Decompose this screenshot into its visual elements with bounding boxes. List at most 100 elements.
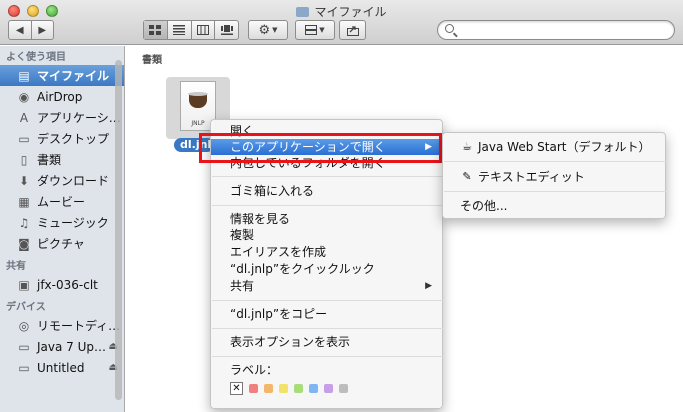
- annotation-highlight-box: [199, 133, 442, 163]
- column-view-button[interactable]: [192, 21, 216, 39]
- textedit-icon: ✎: [462, 170, 472, 183]
- sidebar-item-label: ピクチャ: [37, 237, 85, 251]
- sidebar-item-label: リモートディ…: [37, 319, 121, 333]
- sidebar-item-label: ムービー: [37, 195, 86, 209]
- sidebar-item-movies[interactable]: ▦ ムービー: [0, 191, 124, 212]
- menu-separator: [212, 300, 443, 301]
- label-color-picker: ✕: [230, 382, 354, 395]
- menu-item-label: エイリアスを作成: [230, 245, 327, 259]
- documents-icon: ▯: [20, 152, 28, 167]
- sidebar: よく使う項目 ▤ マイファイル ◉ AirDrop A アプリケーシ… ▭ デスクトップ…: [0, 46, 125, 412]
- menu-separator: [444, 191, 666, 192]
- sidebar-header-devices: デバイス: [6, 302, 46, 313]
- menu-item-label: 複製: [230, 228, 255, 242]
- label-color-swatch[interactable]: [264, 384, 273, 393]
- gear-icon: ⚙: [258, 22, 271, 38]
- action-menu-button[interactable]: ⚙ ▼: [248, 20, 288, 40]
- sidebar-item-label: Java 7 Up…: [37, 339, 107, 354]
- menu-item-quick-look[interactable]: “dl.jnlp”をクイックルック: [211, 261, 442, 277]
- coverflow-view-icon: [220, 25, 233, 35]
- downloads-icon: ⬇: [18, 173, 30, 188]
- sidebar-item-java-disk[interactable]: ▭ Java 7 Up… ⏏: [0, 336, 124, 357]
- icon-view-button[interactable]: [144, 21, 168, 39]
- window-titlebar: マイファイル ◀ ▶ ⚙ ▼ ▼: [0, 0, 683, 45]
- menu-item-label: 共有: [230, 279, 255, 293]
- submenu-arrow-icon: ▶: [425, 281, 432, 291]
- list-view-icon: [173, 25, 186, 35]
- sidebar-item-documents[interactable]: ▯ 書類: [0, 149, 124, 170]
- icon-view-icon: [149, 25, 162, 35]
- menu-item-duplicate[interactable]: 複製: [211, 227, 442, 243]
- forward-button[interactable]: ▶: [32, 21, 54, 39]
- sidebar-item-music[interactable]: ♫ ミュージック: [0, 212, 124, 233]
- sidebar-item-shared-computer[interactable]: ▣ jfx-036-clt: [0, 274, 124, 295]
- sidebar-item-airdrop[interactable]: ◉ AirDrop: [0, 86, 124, 107]
- folder-icon: [296, 7, 310, 17]
- movies-icon: ▦: [18, 194, 30, 209]
- menu-item-label-heading: ラベル：: [211, 362, 442, 378]
- submenu-item-label: Java Web Start（デフォルト）: [478, 140, 651, 154]
- window-title-text: マイファイル: [314, 5, 387, 19]
- label-color-swatch[interactable]: [294, 384, 303, 393]
- menu-separator: [212, 356, 443, 357]
- menu-item-share[interactable]: 共有 ▶: [211, 278, 442, 294]
- submenu-item-java-web-start[interactable]: ☕ Java Web Start（デフォルト）: [443, 138, 665, 156]
- list-view-button[interactable]: [168, 21, 192, 39]
- coffee-cup-rim: [188, 92, 208, 96]
- menu-item-label: ラベル：: [230, 363, 279, 377]
- applications-icon: A: [19, 110, 29, 125]
- no-label-button[interactable]: ✕: [230, 382, 243, 395]
- menu-item-make-alias[interactable]: エイリアスを作成: [211, 244, 442, 260]
- chevron-right-icon: ▶: [38, 24, 47, 36]
- menu-item-copy[interactable]: “dl.jnlp”をコピー: [211, 306, 442, 322]
- menu-item-label: 情報を見る: [230, 212, 291, 226]
- column-view-icon: [196, 25, 209, 35]
- sidebar-item-pictures[interactable]: ◙ ピクチャ: [0, 233, 124, 254]
- coverflow-view-button[interactable]: [215, 21, 238, 39]
- menu-item-get-info[interactable]: 情報を見る: [211, 211, 442, 227]
- share-button[interactable]: [339, 20, 366, 40]
- sidebar-item-label: アプリケーシ…: [37, 111, 121, 125]
- submenu-item-label: その他...: [460, 199, 508, 213]
- sidebar-header-favorites: よく使う項目: [6, 52, 66, 63]
- music-icon: ♫: [18, 215, 30, 230]
- arrange-button[interactable]: ▼: [295, 20, 335, 40]
- sidebar-item-applications[interactable]: A アプリケーシ…: [0, 107, 124, 128]
- label-color-swatch[interactable]: [249, 384, 258, 393]
- menu-item-label: “dl.jnlp”をコピー: [230, 307, 328, 321]
- coffee-cup-icon: [189, 94, 207, 108]
- computer-icon: ▣: [18, 277, 30, 292]
- menu-separator: [444, 161, 666, 162]
- share-icon: [346, 25, 359, 36]
- submenu-item-label: テキストエディット: [478, 170, 585, 184]
- disc-icon: ◎: [18, 318, 30, 333]
- sidebar-item-all-my-files[interactable]: ▤ マイファイル: [0, 65, 124, 86]
- submenu-item-textedit[interactable]: ✎ テキストエディット: [443, 168, 665, 186]
- menu-item-label: 表示オプションを表示: [230, 335, 351, 349]
- arrange-icon: [305, 25, 318, 35]
- airdrop-icon: ◉: [18, 89, 30, 104]
- sidebar-item-desktop[interactable]: ▭ デスクトップ: [0, 128, 124, 149]
- sidebar-item-label: ミュージック: [37, 216, 109, 230]
- label-color-swatch[interactable]: [279, 384, 288, 393]
- sidebar-item-downloads[interactable]: ⬇ ダウンロード: [0, 170, 124, 191]
- menu-separator: [212, 176, 443, 177]
- submenu-item-other[interactable]: その他...: [443, 197, 665, 215]
- sidebar-item-remote-disc[interactable]: ◎ リモートディ…: [0, 315, 124, 336]
- label-color-swatch[interactable]: [324, 384, 333, 393]
- label-color-swatch[interactable]: [339, 384, 348, 393]
- search-icon: [445, 24, 454, 33]
- sidebar-item-untitled-disk[interactable]: ▭ Untitled ⏏: [0, 357, 124, 378]
- label-color-swatch[interactable]: [309, 384, 318, 393]
- sidebar-item-label: AirDrop: [37, 89, 83, 104]
- chevron-left-icon: ◀: [15, 24, 24, 36]
- chevron-down-icon: ▼: [272, 26, 278, 34]
- menu-item-move-to-trash[interactable]: ゴミ箱に入れる: [211, 183, 442, 199]
- menu-item-show-view-options[interactable]: 表示オプションを表示: [211, 334, 442, 350]
- chevron-down-icon: ▼: [319, 26, 325, 34]
- menu-separator: [212, 205, 443, 206]
- back-button[interactable]: ◀: [9, 21, 32, 39]
- sidebar-scrollbar[interactable]: [115, 60, 122, 400]
- open-with-submenu: ☕ Java Web Start（デフォルト） ✎ テキストエディット その他...: [442, 132, 666, 219]
- search-input[interactable]: [437, 20, 675, 40]
